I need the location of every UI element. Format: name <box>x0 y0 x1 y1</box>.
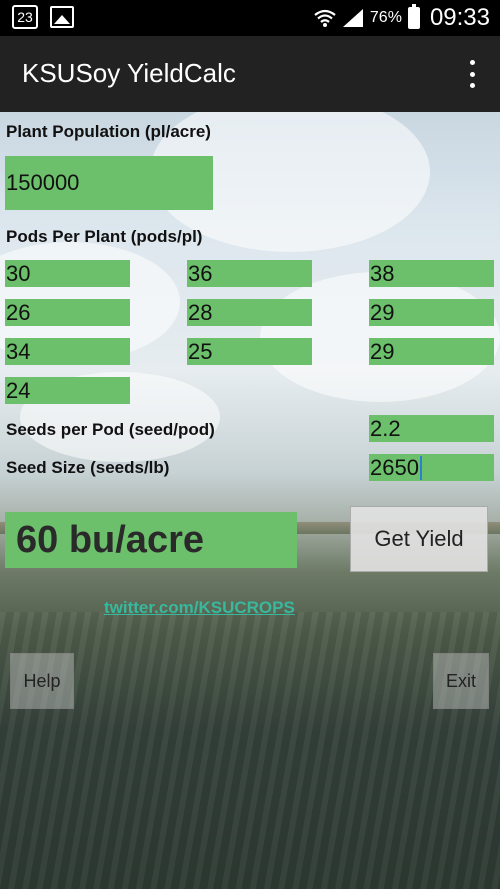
background-field <box>0 612 500 889</box>
twitter-link[interactable]: twitter.com/KSUCROPS <box>104 598 295 618</box>
seeds-per-pod-label: Seeds per Pod (seed/pod) <box>6 420 215 439</box>
plant-population-input[interactable]: 150000 <box>5 156 213 210</box>
pods-input-9[interactable]: 29 <box>369 338 494 365</box>
exit-button[interactable]: Exit <box>433 653 489 709</box>
action-bar: KSUSoy YieldCalc <box>0 36 500 112</box>
battery-percent: 76% <box>369 9 402 26</box>
seed-size-value: 2650 <box>370 454 419 480</box>
status-bar-left: 23 <box>12 5 74 29</box>
temperature-badge-icon: 23 <box>12 5 38 29</box>
pods-input-5[interactable]: 28 <box>187 299 312 326</box>
help-button[interactable]: Help <box>10 653 74 709</box>
pods-input-10[interactable]: 24 <box>5 377 130 404</box>
app-title: KSUSoy YieldCalc <box>22 58 236 88</box>
get-yield-button[interactable]: Get Yield <box>350 506 488 572</box>
seeds-per-pod-input[interactable]: 2.2 <box>369 415 494 442</box>
pods-input-2[interactable]: 36 <box>187 260 312 287</box>
seed-size-label: Seed Size (seeds/lb) <box>6 458 170 477</box>
text-cursor <box>419 455 422 480</box>
pods-input-1[interactable]: 30 <box>5 260 130 287</box>
clock: 09:33 <box>429 4 490 31</box>
wifi-icon <box>314 8 336 28</box>
background-cloud <box>260 272 500 402</box>
gallery-icon <box>50 6 74 28</box>
pods-input-7[interactable]: 34 <box>5 338 130 365</box>
pods-input-6[interactable]: 29 <box>369 299 494 326</box>
yield-result: 60 bu/acre <box>5 512 297 568</box>
status-bar-right: 76% 09:33 <box>314 4 490 32</box>
pods-per-plant-label: Pods Per Plant (pods/pl) <box>6 227 203 246</box>
pods-input-3[interactable]: 38 <box>369 260 494 287</box>
pods-input-8[interactable]: 25 <box>187 338 312 365</box>
pods-input-4[interactable]: 26 <box>5 299 130 326</box>
signal-icon <box>342 8 364 28</box>
overflow-menu-icon[interactable] <box>468 60 476 88</box>
seed-size-input[interactable]: 2650 <box>369 454 494 481</box>
main-content: Plant Population (pl/acre) 150000 Pods P… <box>0 112 500 889</box>
status-bar: 23 76% 09:33 <box>0 0 500 36</box>
plant-population-label: Plant Population (pl/acre) <box>6 122 211 141</box>
battery-icon <box>407 4 420 29</box>
